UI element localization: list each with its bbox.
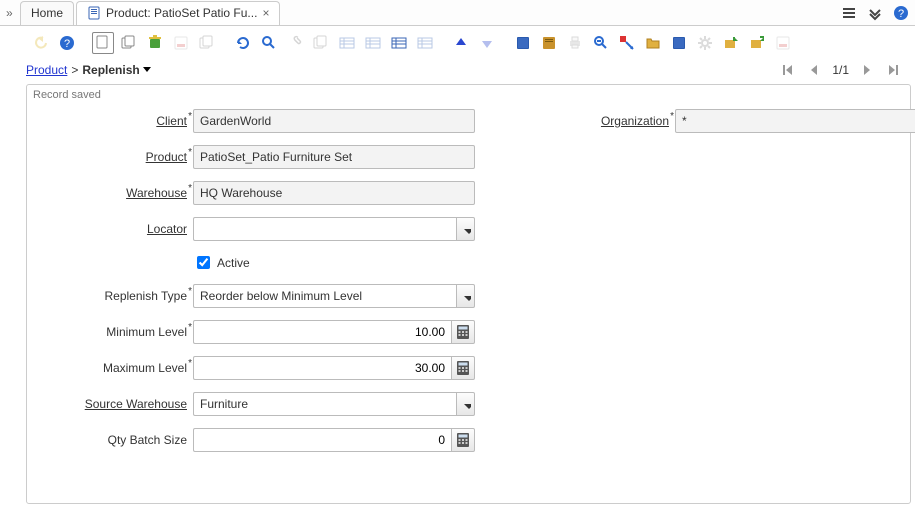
record-counter: 1/1 [832,63,849,77]
save-create-icon[interactable] [196,32,218,54]
chat-icon[interactable] [310,32,332,54]
product-field: PatioSet_Patio Furniture Set [193,145,475,169]
parent-icon[interactable] [450,32,472,54]
breadcrumb-product-link[interactable]: Product [26,63,67,77]
refresh-icon[interactable] [232,32,254,54]
archive-icon[interactable] [538,32,560,54]
replenish-type-field[interactable]: Reorder below Minimum Level [193,284,456,308]
replenish-type-dropdown-button[interactable] [456,284,475,308]
next-record-icon[interactable] [859,62,875,78]
toggle-grid-icon[interactable] [336,32,358,54]
status-message: Record saved [27,85,910,105]
collapse-icon[interactable] [867,5,883,21]
search-icon[interactable] [258,32,280,54]
label-minimum-level: Minimum Level* [33,325,193,339]
active-checkbox[interactable]: Active [193,253,475,272]
copy-icon[interactable] [118,32,140,54]
locator-field[interactable] [193,217,456,241]
qty-batch-size-field[interactable] [193,428,451,452]
organization-field: * [675,109,915,133]
source-warehouse-dropdown-button[interactable] [456,392,475,416]
customize-icon[interactable] [362,32,384,54]
help-toolbar-icon[interactable] [56,32,78,54]
menu-icon[interactable] [841,5,857,21]
delete-icon[interactable] [144,32,166,54]
form-panel: Record saved Client* GardenWorld Organiz… [26,84,911,504]
export-icon[interactable] [720,32,742,54]
help-icon[interactable] [893,5,909,21]
document-icon [87,6,101,20]
process-icon[interactable] [414,32,436,54]
label-warehouse[interactable]: Warehouse* [33,186,193,200]
label-replenish-type: Replenish Type* [33,289,193,303]
tab-home[interactable]: Home [20,1,74,25]
maximum-level-field[interactable] [193,356,451,380]
label-client[interactable]: Client* [33,114,193,128]
label-source-warehouse[interactable]: Source Warehouse [33,397,193,411]
source-warehouse-field[interactable]: Furniture [193,392,456,416]
tab-product[interactable]: Product: PatioSet Patio Fu... × [76,1,280,25]
detail-icon[interactable] [476,32,498,54]
gear-icon[interactable] [694,32,716,54]
tab-product-label: Product: PatioSet Patio Fu... [106,6,257,20]
label-product[interactable]: Product* [33,150,193,164]
label-organization[interactable]: Organization* [535,114,675,128]
label-maximum-level: Maximum Level* [33,361,193,375]
qty-batch-size-calc-button[interactable] [451,428,475,452]
import-icon[interactable] [746,32,768,54]
history-icon[interactable] [388,32,410,54]
prev-record-icon[interactable] [806,62,822,78]
first-record-icon[interactable] [780,62,796,78]
requests-icon[interactable] [642,32,664,54]
breadcrumb: Product > Replenish [26,63,152,77]
minimum-level-calc-button[interactable] [451,320,475,344]
undo-icon[interactable] [30,32,52,54]
attachment-icon[interactable] [284,32,306,54]
minimum-level-field[interactable] [193,320,451,344]
maximum-level-calc-button[interactable] [451,356,475,380]
tab-home-label: Home [31,6,63,20]
csv-import-icon[interactable] [772,32,794,54]
breadcrumb-current[interactable]: Replenish [82,63,151,77]
last-record-icon[interactable] [885,62,901,78]
expand-panel-icon[interactable]: » [6,6,20,20]
locator-dropdown-button[interactable] [456,217,475,241]
active-checkbox-label: Active [217,256,250,270]
active-workflows-icon[interactable] [616,32,638,54]
warehouse-field: HQ Warehouse [193,181,475,205]
save-icon[interactable] [170,32,192,54]
new-icon[interactable] [92,32,114,54]
report-icon[interactable] [512,32,534,54]
print-icon[interactable] [564,32,586,54]
zoom-across-icon[interactable] [590,32,612,54]
product-info-icon[interactable] [668,32,690,54]
label-locator[interactable]: Locator [33,222,193,236]
active-checkbox-input[interactable] [197,256,210,269]
breadcrumb-separator: > [71,63,78,77]
label-qty-batch-size: Qty Batch Size [33,433,193,447]
tab-close-icon[interactable]: × [262,6,269,20]
toolbar [0,26,915,58]
client-field: GardenWorld [193,109,475,133]
